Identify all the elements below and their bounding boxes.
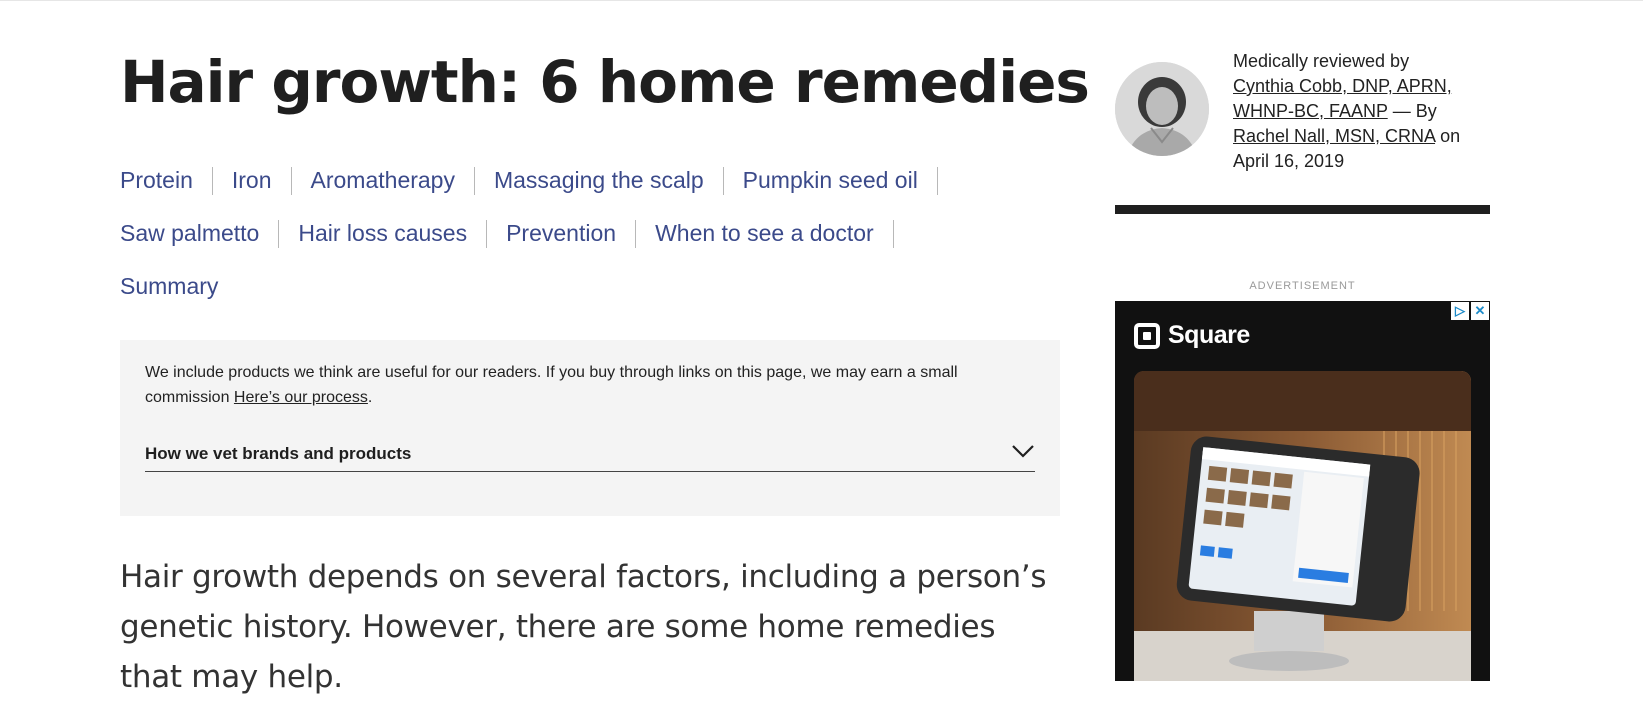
toc-separator [892, 219, 894, 248]
toc-link-iron[interactable]: Iron [232, 167, 272, 194]
close-icon[interactable]: ✕ [1471, 302, 1489, 320]
disclosure-text: We include products we think are useful … [145, 360, 1035, 410]
review-on: on [1435, 126, 1461, 146]
article-intro: Hair growth depends on several factors, … [120, 559, 1047, 695]
table-of-contents: Protein Iron Aromatherapy Massaging the … [120, 154, 1060, 313]
page-title: Hair growth: 6 home remedies [120, 48, 1090, 116]
disclosure-suffix: . [367, 389, 373, 406]
affiliate-disclosure: We include products we think are useful … [120, 340, 1060, 516]
toc-link-saw-palmetto[interactable]: Saw palmetto [120, 220, 259, 247]
toc-separator [635, 219, 637, 248]
toc-row-3: Summary [120, 260, 1060, 313]
vet-brands-toggle[interactable]: How we vet brands and products [145, 436, 1035, 472]
toc-separator [211, 166, 213, 195]
ad-choices[interactable]: ▷ ✕ [1449, 302, 1489, 320]
square-logo-icon [1134, 322, 1160, 349]
sidebar-divider-bar [1115, 205, 1490, 214]
toc-link-aromatherapy[interactable]: Aromatherapy [311, 167, 455, 194]
ad-brand-name: Square [1168, 321, 1250, 349]
toc-link-massaging-scalp[interactable]: Massaging the scalp [494, 167, 704, 194]
adchoices-icon[interactable]: ▷ [1451, 302, 1469, 320]
ad-brand[interactable]: Square [1134, 321, 1250, 350]
review-by: — By [1387, 101, 1437, 121]
toc-link-summary[interactable]: Summary [120, 273, 218, 300]
toc-separator [278, 219, 280, 248]
toc-link-hair-loss-causes[interactable]: Hair loss causes [298, 220, 467, 247]
toc-link-pumpkin-seed-oil[interactable]: Pumpkin seed oil [743, 167, 918, 194]
advertisement-label: ADVERTISEMENT [1249, 280, 1356, 292]
process-link[interactable]: Here’s our process [234, 389, 368, 406]
toc-row-2: Saw palmetto Hair loss causes Prevention… [120, 207, 1060, 260]
article-main: Hair growth: 6 home remedies Protein Iro… [120, 38, 1090, 695]
toc-separator [722, 166, 724, 195]
chevron-down-icon[interactable] [1011, 444, 1035, 463]
reviewer-avatar[interactable] [1115, 62, 1209, 156]
review-date: April 16, 2019 [1233, 151, 1345, 171]
toc-separator [486, 219, 488, 248]
vet-brands-label: How we vet brands and products [145, 443, 412, 463]
top-divider [0, 0, 1643, 1]
ad-product-image[interactable] [1134, 371, 1471, 681]
toc-link-prevention[interactable]: Prevention [506, 220, 616, 247]
toc-link-see-doctor[interactable]: When to see a doctor [655, 220, 874, 247]
toc-separator [936, 166, 938, 195]
toc-row-1: Protein Iron Aromatherapy Massaging the … [120, 154, 1060, 207]
toc-link-protein[interactable]: Protein [120, 167, 193, 194]
medical-review-info: Medically reviewed by Cynthia Cobb, DNP,… [1233, 49, 1493, 174]
toc-separator [473, 166, 475, 195]
review-prefix: Medically reviewed by [1233, 51, 1410, 71]
toc-separator [290, 166, 292, 195]
advertisement[interactable]: ▷ ✕ Square [1115, 301, 1490, 681]
author-link[interactable]: Rachel Nall, MSN, CRNA [1233, 126, 1435, 146]
